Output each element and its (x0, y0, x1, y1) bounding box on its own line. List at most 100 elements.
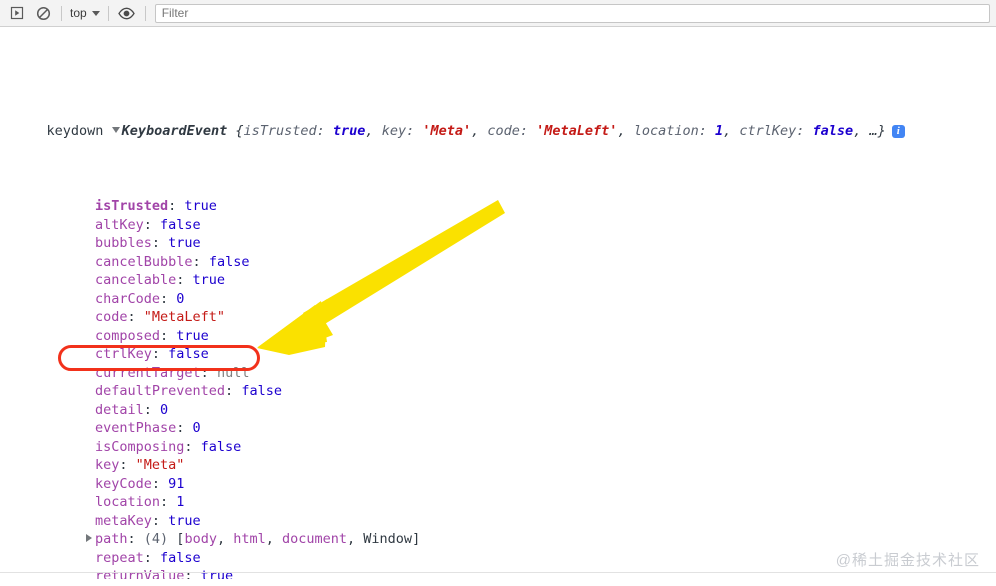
property-colon: : (184, 438, 201, 455)
property-row[interactable]: cancelable: true (0, 271, 996, 290)
preview-separator: , (617, 122, 634, 139)
property-name: keyCode (95, 475, 152, 492)
property-colon: : (151, 512, 169, 529)
property-value: 91 (168, 475, 185, 492)
property-value: null (216, 364, 250, 381)
property-name: cancelBubble (95, 253, 193, 270)
property-value: 1 (176, 494, 185, 510)
property-row[interactable]: keyCode: 91 (0, 475, 996, 494)
property-row[interactable]: metaKey: true (0, 512, 996, 531)
property-colon: : (200, 364, 217, 381)
execute-arrow-icon[interactable] (4, 2, 30, 24)
property-name: cancelable (95, 272, 177, 288)
property-value: document (282, 531, 348, 547)
property-value: false (208, 253, 250, 270)
property-name: bubbles (95, 235, 152, 251)
property-name: currentTarget (95, 364, 201, 381)
property-name: code (95, 309, 128, 325)
preview-value: false (812, 122, 854, 139)
preview-separator: , (723, 122, 740, 139)
property-row[interactable]: isComposing: false (0, 438, 996, 457)
property-name: returnValue (95, 568, 185, 579)
property-colon: : (127, 309, 144, 325)
preview-value: 'MetaLeft' (536, 122, 618, 139)
triangle-down-icon[interactable] (111, 126, 120, 133)
property-colon: : (151, 346, 169, 362)
event-property-list: isTrusted: true altKey: false bubbles: tru… (0, 197, 996, 579)
toolbar-divider-3 (144, 5, 146, 21)
property-row[interactable]: bubbles: true (0, 234, 996, 253)
property-value: ] (412, 531, 421, 547)
console-output[interactable]: keydown KeyboardEvent {isTrusted: true, … (0, 27, 996, 579)
property-row[interactable]: cancelBubble: false (0, 253, 996, 272)
preview-separator: , (853, 122, 870, 139)
property-name: location (95, 494, 161, 510)
preview-key: ctrlKey: (739, 122, 813, 139)
eye-icon[interactable] (114, 2, 140, 24)
property-colon: : (160, 327, 177, 344)
property-name: altKey (95, 216, 144, 233)
property-row[interactable]: detail: 0 (0, 401, 996, 420)
property-value: body (184, 531, 217, 547)
property-name: ctrlKey (95, 346, 152, 362)
chevron-down-icon (91, 10, 100, 16)
preview-key: code: (487, 122, 537, 139)
console-toolbar: top (0, 0, 996, 27)
triangle-right-icon[interactable] (86, 534, 92, 542)
property-value: html (233, 531, 266, 547)
property-row[interactable]: charCode: 0 (0, 290, 996, 309)
property-colon: : (143, 216, 161, 233)
property-value: 0 (192, 420, 201, 436)
property-colon: : (151, 235, 169, 251)
property-colon: : (143, 549, 161, 566)
toolbar-divider-2 (107, 5, 109, 21)
property-value: [ (168, 531, 185, 547)
preview-value: 1 (714, 122, 724, 139)
property-colon: : (176, 420, 193, 436)
property-row[interactable]: key: "Meta" (0, 456, 996, 475)
property-colon: : (192, 253, 209, 270)
property-value: "Meta" (135, 457, 185, 473)
property-value: , (347, 531, 364, 547)
property-name: eventPhase (95, 420, 177, 436)
property-value: 0 (160, 401, 169, 418)
property-row[interactable]: code: "MetaLeft" (0, 308, 996, 327)
preview-separator: , (471, 122, 488, 139)
property-row[interactable]: location: 1 (0, 493, 996, 512)
site-watermark: @稀土掘金技术社区 (835, 552, 980, 569)
property-name: path (95, 531, 128, 547)
property-value: (4) (143, 531, 169, 547)
property-row[interactable]: eventPhase: 0 (0, 419, 996, 438)
property-colon: : (160, 290, 177, 307)
preview-value: 'Meta' (422, 122, 472, 139)
property-row[interactable]: composed: true (0, 327, 996, 346)
property-name: composed (95, 327, 161, 344)
property-row[interactable]: defaultPrevented: false (0, 382, 996, 401)
property-row[interactable]: path: (4) [body, html, document, Window] (0, 530, 996, 549)
info-icon[interactable]: i (891, 124, 905, 138)
property-value: true (176, 327, 209, 344)
property-name: metaKey (95, 512, 152, 529)
console-bottom-divider (0, 572, 996, 573)
property-colon: : (168, 198, 185, 214)
property-value: 0 (176, 290, 185, 307)
property-name: detail (95, 401, 144, 418)
property-colon: : (127, 531, 144, 547)
property-row[interactable]: altKey: false (0, 216, 996, 235)
filter-input[interactable] (154, 3, 990, 23)
property-row[interactable]: currentTarget: null (0, 364, 996, 383)
property-name: key (95, 457, 120, 473)
property-colon: : (160, 494, 177, 510)
clear-console-icon[interactable] (30, 2, 56, 24)
preview-key: isTrusted: (243, 122, 333, 139)
property-colon: : (143, 401, 161, 418)
property-row[interactable]: ctrlKey: false (0, 345, 996, 364)
property-row[interactable]: isTrusted: true (0, 197, 996, 216)
console-message-header[interactable]: keydown KeyboardEvent {isTrusted: true, … (0, 101, 996, 139)
context-selector-label: top (70, 6, 87, 20)
context-selector[interactable]: top (67, 6, 103, 20)
property-value: true (168, 512, 201, 529)
property-value: "MetaLeft" (143, 309, 226, 325)
property-value: true (168, 235, 201, 251)
property-value: false (160, 549, 201, 566)
